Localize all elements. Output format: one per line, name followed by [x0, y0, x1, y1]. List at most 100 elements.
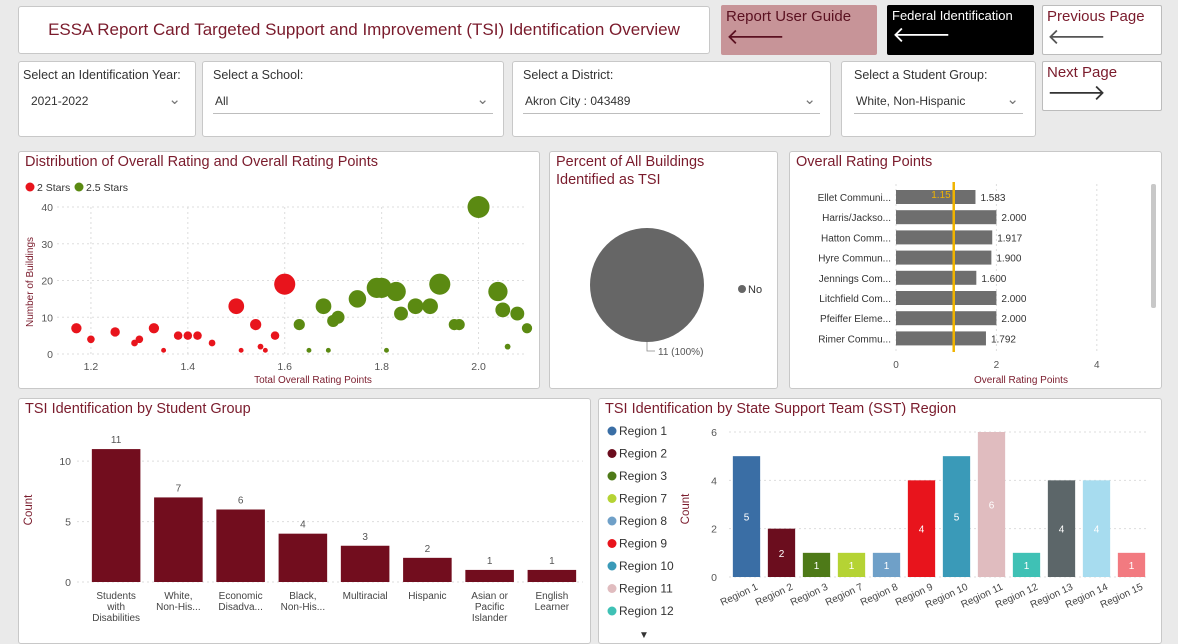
sst-legend-label: Region 2 — [619, 447, 667, 461]
rating-points-panel: Overall Rating Points Overall Rating Poi… — [789, 151, 1162, 389]
sst-legend-label: Region 9 — [619, 537, 667, 551]
rating-category-label: Hatton Comm... — [821, 233, 891, 244]
scatter-x-tick: 1.8 — [374, 361, 389, 373]
sst-region-panel: TSI Identification by State Support Team… — [598, 398, 1162, 644]
year-select[interactable]: 2021-2022 ⌄ — [29, 90, 185, 114]
scatter-point-2-stars — [161, 347, 167, 353]
sst-category-label: Region 1 — [719, 582, 760, 609]
sst-category-label: Region 3 — [789, 582, 830, 609]
scatter-y-tick: 30 — [41, 239, 53, 251]
scatter-point-2-stars — [208, 339, 216, 347]
scatter-point-2-5-stars — [510, 306, 525, 321]
sst-value-label: 1 — [1024, 561, 1030, 572]
scatter-point-2-5-stars — [394, 306, 408, 321]
rating-x-tick: 2 — [994, 360, 1000, 371]
rating-category-label: Litchfield Com... — [819, 294, 891, 305]
sst-y-label: Count — [680, 493, 692, 524]
scatter-point-2-5-stars — [504, 343, 511, 350]
next-page-button[interactable]: Next Page 🡒 — [1042, 61, 1162, 111]
district-filter: Select a District: Akron City : 043489 ⌄ — [512, 61, 831, 137]
scatter-point-2-5-stars — [348, 290, 367, 308]
group-value-label: 2 — [425, 544, 431, 555]
rating-x-label: Overall Rating Points — [974, 375, 1068, 386]
sst-legend-label: Region 3 — [619, 469, 667, 483]
student-group-panel: TSI Identification by Student Group Coun… — [18, 398, 591, 644]
sst-legend-marker — [607, 426, 617, 436]
federal-identification-label: Federal Identification — [892, 8, 1013, 23]
rating-category-label: Pfeiffer Eleme... — [820, 314, 891, 325]
rating-reference-label: 1.15 — [931, 190, 951, 201]
scatter-x-tick: 2.0 — [471, 361, 486, 373]
student-group-chart: Count 051011StudentswithDisabilities7Whi… — [23, 435, 583, 624]
student-group-filter: Select a Student Group: White, Non-Hispa… — [841, 61, 1036, 137]
group-value-label: 1 — [487, 556, 493, 567]
school-select-value: All — [215, 94, 229, 108]
district-filter-label: Select a District: — [523, 68, 614, 82]
group-bar — [403, 557, 452, 582]
sst-value-label: 4 — [919, 525, 925, 536]
group-category-label: Pacific — [475, 602, 504, 613]
chevron-down-icon: ⌄ — [1006, 91, 1019, 108]
scatter-point-2-5-stars — [384, 347, 389, 353]
rating-x-tick: 4 — [1094, 360, 1100, 371]
district-select[interactable]: Akron City : 043489 ⌄ — [523, 90, 820, 114]
sst-legend-label: Region 7 — [619, 492, 667, 506]
sst-category-label: Region 7 — [824, 582, 865, 609]
federal-identification-button[interactable]: Federal Identification 🡐 — [887, 5, 1034, 55]
legend-2-stars-marker — [25, 182, 35, 192]
student-group-select[interactable]: White, Non-Hispanic ⌄ — [854, 90, 1023, 114]
sst-value-label: 1 — [849, 561, 855, 572]
pie-slice-no[interactable] — [590, 228, 704, 342]
scatter-point-2-5-stars — [521, 323, 533, 334]
scatter-x-tick: 1.2 — [84, 361, 99, 373]
sst-region-chart: Count ▼ Region 1Region 2Region 3Region 7… — [607, 424, 1149, 641]
pie-slice-label: 11 (100%) — [658, 347, 703, 358]
sst-legend-marker — [607, 606, 617, 616]
report-user-guide-button[interactable]: Report User Guide 🡐 — [721, 5, 877, 55]
arrow-left-icon: 🡐 — [726, 24, 785, 49]
rating-scrollbar[interactable] — [1151, 184, 1156, 308]
school-filter-label: Select a School: — [213, 68, 304, 82]
report-title: ESSA Report Card Targeted Support and Im… — [48, 20, 680, 39]
tsi-percent-panel: Percent of All Buildings Identified as T… — [549, 151, 778, 389]
student-group-select-value: White, Non-Hispanic — [856, 94, 966, 108]
scatter-point-2-5-stars — [407, 298, 424, 315]
distribution-x-label: Total Overall Rating Points — [254, 375, 372, 386]
group-category-label: with — [106, 602, 125, 613]
group-bar — [216, 509, 265, 582]
scatter-point-2-stars — [257, 343, 264, 350]
sst-value-label: 1 — [814, 561, 820, 572]
arrow-left-icon: 🡐 — [1047, 24, 1106, 49]
group-category-label: Learner — [535, 602, 570, 613]
sst-category-label: Region 2 — [754, 582, 795, 609]
sst-legend-marker — [607, 516, 617, 526]
group-value-label: 6 — [238, 496, 244, 507]
scatter-point-2-5-stars — [495, 302, 511, 318]
scatter-point-2-5-stars — [293, 319, 305, 331]
sst-legend-label: Region 8 — [619, 514, 667, 528]
scatter-point-2-stars — [238, 347, 244, 353]
scatter-point-2-5-stars — [306, 347, 312, 353]
legend-more-icon[interactable]: ▼ — [639, 630, 649, 641]
scatter-point-2-stars — [262, 347, 268, 353]
legend-2-5-stars-marker — [74, 182, 84, 192]
chevron-down-icon: ⌄ — [168, 91, 181, 108]
sst-value-label: 4 — [1059, 525, 1065, 536]
school-select[interactable]: All ⌄ — [213, 90, 493, 114]
previous-page-button[interactable]: Previous Page 🡐 — [1042, 5, 1162, 55]
sst-value-label: 1 — [1129, 561, 1135, 572]
rating-value-label: 2.000 — [1001, 213, 1026, 224]
sst-y-tick: 6 — [711, 427, 717, 439]
group-y-tick: 10 — [59, 456, 71, 468]
group-category-label: Non-His... — [156, 602, 200, 613]
group-category-label: Hispanic — [408, 591, 446, 602]
rating-category-label: Harris/Jackso... — [822, 213, 891, 224]
legend-2-stars-label: 2 Stars — [37, 182, 70, 194]
scatter-point-2-stars — [274, 273, 296, 295]
scatter-point-2-stars — [87, 335, 95, 344]
scatter-point-2-stars — [148, 323, 160, 334]
rating-value-label: 2.000 — [1001, 294, 1026, 305]
previous-page-label: Previous Page — [1047, 8, 1145, 25]
group-y-tick: 5 — [65, 517, 71, 529]
sst-y-tick: 0 — [711, 572, 717, 584]
